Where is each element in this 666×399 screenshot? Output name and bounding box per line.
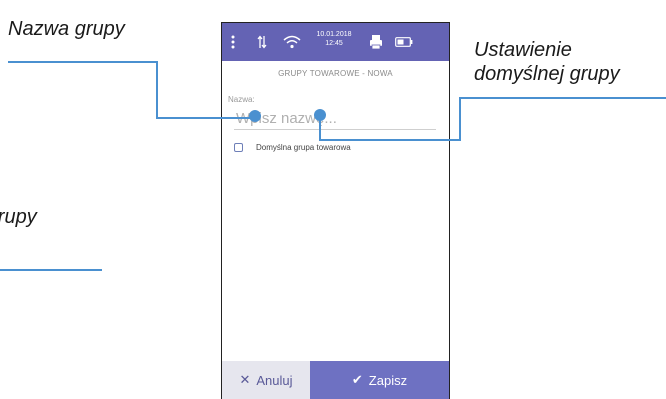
cancel-button[interactable]: ✕ Anuluj (222, 361, 310, 399)
name-input[interactable] (234, 108, 436, 130)
status-time: 12:45 (325, 40, 343, 47)
callout-default-group-line1: Ustawienie (474, 39, 572, 61)
screen-title: GRUPY TOWAROWE - NOWA (278, 69, 393, 78)
phone-screen: 10.01.2018 12:45 GRUPY TOWAROWE - NOWA N… (221, 22, 450, 399)
action-bar: ✕ Anuluj ✔ Zapisz (222, 361, 449, 399)
cancel-label: Anuluj (256, 372, 293, 388)
default-group-label: Domyślna grupa towarowa (256, 143, 351, 152)
printer-icon (368, 23, 384, 61)
data-transfer-icon (256, 23, 268, 61)
menu-dots-icon[interactable] (228, 23, 238, 61)
checkmark-icon: ✔ (351, 372, 363, 387)
callout-partial-group: a grupy (0, 206, 37, 228)
wifi-icon (282, 23, 302, 61)
save-label: Zapisz (368, 372, 408, 388)
callout-default-group: Ustawienie domyślnej grupy (474, 38, 620, 86)
callout-default-group-line2: domyślnej grupy (474, 63, 620, 85)
leader-line-group-name (8, 61, 255, 119)
name-label: Nazwa: (228, 95, 255, 104)
default-group-checkbox[interactable] (234, 143, 243, 152)
default-group-row[interactable]: Domyślna grupa towarowa (234, 143, 351, 152)
status-bar: 10.01.2018 12:45 (222, 23, 449, 61)
close-icon: ✕ (239, 372, 251, 387)
save-button[interactable]: ✔ Zapisz (310, 361, 449, 399)
status-datetime: 10.01.2018 12:45 (314, 30, 354, 48)
status-date: 10.01.2018 (316, 31, 352, 38)
battery-icon (394, 23, 414, 61)
callout-group-name: Nazwa grupy (8, 18, 125, 40)
